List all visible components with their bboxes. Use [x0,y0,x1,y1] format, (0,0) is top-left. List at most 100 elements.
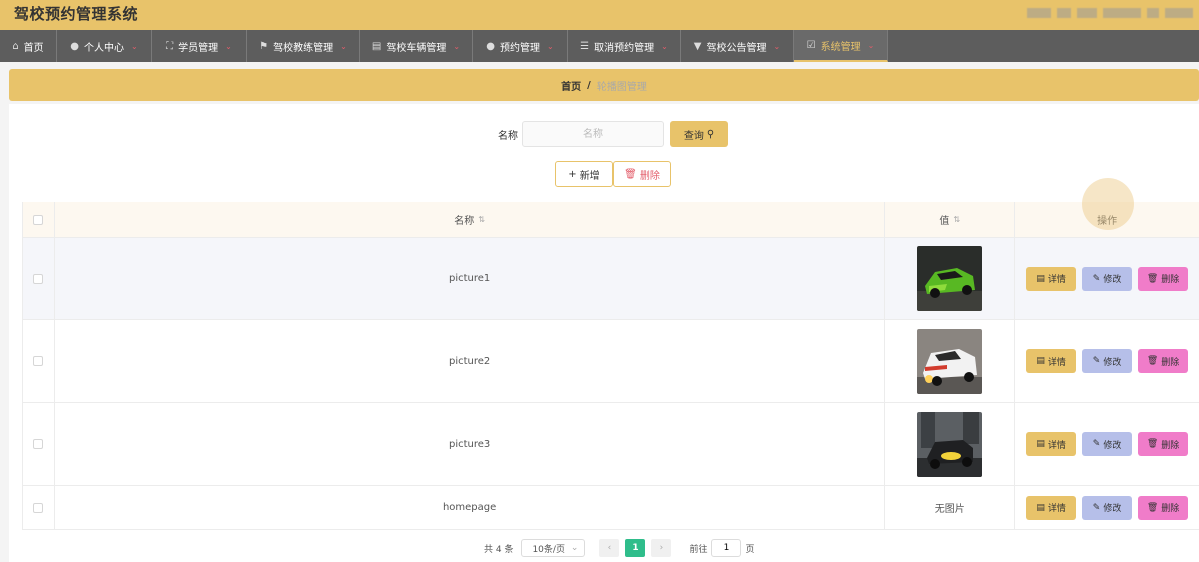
nav-item-cancel-booking-management[interactable]: ☰ 取消预约管理 ⌄ [568,30,681,62]
edit-button[interactable]: ✎ 修改 [1082,349,1133,373]
document-icon: ▤ [1036,502,1045,513]
list-icon: ☰ [580,40,590,52]
table-row: picture1 ▤ 详情 ✎ 修改 🗑 删除 [23,238,1199,320]
row-name: picture3 [55,403,886,485]
nav-item-personal-center[interactable]: ● 个人中心 ⌄ [57,30,152,62]
home-icon: ⌂ [12,40,19,52]
nav-item-home[interactable]: ⌂ 首页 [0,30,57,62]
chevron-down-icon: ⌄ [547,41,554,51]
main-panel: 名称 查询 ⚲ + 新增 🗑 删除 名称⇅ 值⇅ 操作 picture1 [9,104,1199,562]
pencil-icon: ✎ [1092,356,1101,366]
cursor-highlight [1082,178,1134,230]
trash-icon: 🗑 [1146,356,1159,366]
pagination-total: 共 4 条 [484,544,514,555]
select-all-checkbox[interactable] [33,214,44,225]
detail-button[interactable]: ▤ 详情 [1026,495,1077,520]
user-info-blurred[interactable] [1027,8,1193,18]
pencil-icon: ✎ [1092,439,1101,449]
chevron-down-icon: ⌄ [340,41,347,51]
document-icon: ▤ [1036,356,1045,366]
user-icon: ● [70,40,80,52]
edit-button[interactable]: ✎ 修改 [1082,495,1133,520]
delete-button[interactable]: 🗑 删除 [1138,266,1189,291]
breadcrumb: 首页 / 轮播图管理 [9,69,1199,101]
detail-button[interactable]: ▤ 详情 [1026,432,1077,456]
row-checkbox[interactable] [33,273,44,284]
search-input[interactable] [522,121,664,147]
next-page-button[interactable]: › [651,539,672,557]
nav-item-label: 学员管理 [178,42,219,54]
page-size-select[interactable]: 10条/页 ⌄ [521,539,586,557]
nav-item-label: 系统管理 [820,41,861,53]
edit-button[interactable]: ✎ 修改 [1082,432,1133,456]
thumbnail-yellow-sports-car[interactable] [917,411,983,477]
edit-button[interactable]: ✎ 修改 [1082,266,1133,291]
bulk-delete-label: 删除 [639,170,660,182]
chevron-down-icon: ⌄ [225,41,232,51]
nav-item-label: 取消预约管理 [594,42,655,54]
chevron-down-icon: ⌄ [661,41,668,51]
goto-label: 前往 [689,544,708,555]
sort-icon[interactable]: ⇅ [953,215,960,224]
data-table: 名称 ⇅ 值 ⇅ 操作 picture1 ▤ 详情 ✎ 修改 🗑 删除 pict… [22,202,1199,530]
nav-item-coach-management[interactable]: ⚑ 驾校教练管理 ⌄ [247,30,360,62]
page-suffix: 页 [745,544,755,555]
document-icon: ▤ [1036,439,1045,449]
chevron-down-icon: ⌄ [867,40,875,50]
row-checkbox[interactable] [33,439,44,449]
delete-button[interactable]: 🗑 删除 [1138,349,1189,373]
thumbnail-green-race-car[interactable] [917,246,983,311]
nav-item-label: 驾校教练管理 [273,42,334,54]
delete-button[interactable]: 🗑 删除 [1138,432,1189,456]
row-value-text: 无图片 [885,486,1016,529]
pagination: 共 4 条 10条/页 ⌄ ‹ 1 › 前往 页 [484,538,754,558]
nav-item-booking-management[interactable]: ● 预约管理 ⌄ [473,30,568,62]
row-name: picture1 [55,238,886,319]
detail-button[interactable]: ▤ 详情 [1026,266,1077,291]
breadcrumb-home[interactable]: 首页 [561,78,581,93]
row-checkbox[interactable] [33,502,44,513]
header-value[interactable]: 值 ⇅ [885,202,1016,237]
flag-icon: ⚑ [259,40,269,52]
nav-item-label: 驾校车辆管理 [386,42,447,54]
nav-item-vehicle-management[interactable]: ▤ 驾校车辆管理 ⌄ [360,30,473,62]
sort-icon[interactable]: ⇅ [478,215,485,224]
expand-icon: ⛶ [166,40,174,52]
detail-button[interactable]: ▤ 详情 [1026,349,1077,373]
table-row: picture2 ▤ 详情 ✎ 修改 🗑 删除 [23,320,1199,403]
header-name[interactable]: 名称 ⇅ [55,202,886,237]
table-header-row: 名称 ⇅ 值 ⇅ 操作 [23,202,1199,238]
search-button[interactable]: 查询 ⚲ [670,121,728,147]
header-check-cell [23,202,55,237]
page-number-current[interactable]: 1 [625,539,646,557]
checkbox-icon: ☑ [806,39,816,51]
plus-icon: + [568,168,577,180]
search-label: 名称 [498,131,518,142]
search-button-label: 查询 [683,130,704,142]
top-nav: ⌂ 首页 ● 个人中心 ⌄ ⛶ 学员管理 ⌄ ⚑ 驾校教练管理 ⌄ ▤ 驾校车辆… [0,30,1199,62]
app-title: 驾校预约管理系统 [14,5,139,23]
bulk-delete-button[interactable]: 🗑 删除 [613,161,671,187]
nav-item-label: 预约管理 [500,42,541,54]
delete-button[interactable]: 🗑 删除 [1138,495,1189,520]
prev-page-button[interactable]: ‹ [599,539,620,557]
app-header: 驾校预约管理系统 [0,0,1199,30]
document-icon: ▤ [1036,273,1045,284]
goto-page-input[interactable] [711,539,742,557]
add-button-label: 新增 [579,170,600,182]
trash-icon: 🗑 [1146,439,1159,449]
thumbnail-white-rally-car[interactable] [917,328,983,394]
table-row: picture3 ▤ 详情 ✎ 修改 🗑 删除 [23,403,1199,486]
add-button[interactable]: + 新增 [555,161,613,187]
breadcrumb-current: 轮播图管理 [596,81,647,93]
nav-item-student-management[interactable]: ⛶ 学员管理 ⌄ [152,30,247,62]
trophy-icon: ▼ [693,40,702,52]
row-name: homepage [55,486,886,529]
nav-item-system-management[interactable]: ☑ 系统管理 ⌄ [794,30,888,62]
trash-icon: 🗑 [624,168,637,180]
nav-item-notice-management[interactable]: ▼ 驾校公告管理 ⌄ [681,30,794,62]
breadcrumb-separator: / [587,79,591,91]
nav-item-label: 个人中心 [84,42,125,54]
table-row: homepage 无图片 ▤ 详情 ✎ 修改 🗑 删除 [23,486,1199,530]
row-checkbox[interactable] [33,356,44,366]
